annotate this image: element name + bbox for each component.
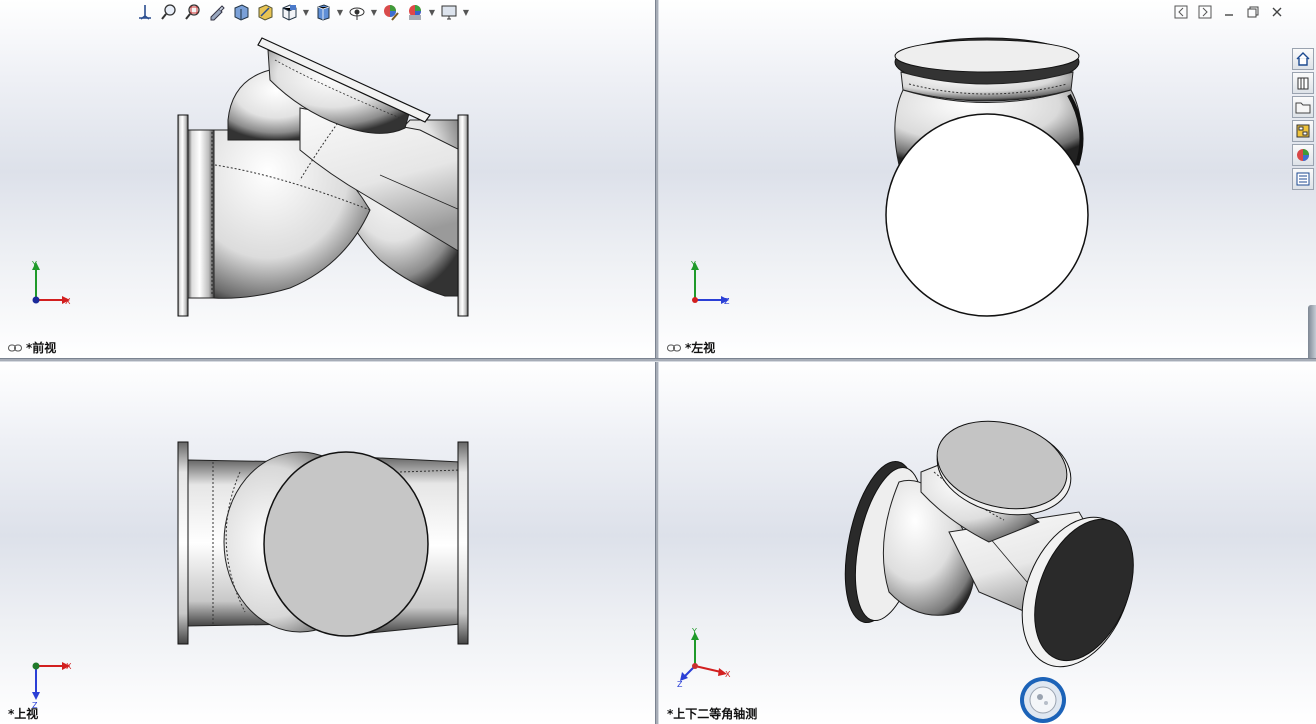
view-palette-icon[interactable]: [1292, 120, 1314, 142]
axis-label-y: Y: [31, 260, 37, 269]
pipe-model-isometric[interactable]: [659, 362, 1316, 724]
appearances-icon[interactable]: [1292, 144, 1314, 166]
view-selector-orb[interactable]: [1019, 676, 1067, 724]
viewport-label-left: *左视: [667, 339, 715, 356]
pipe-model-left[interactable]: [659, 0, 1279, 358]
axis-label-z: Z: [724, 297, 730, 306]
viewport-name: *前视: [26, 341, 57, 355]
design-library-icon[interactable]: [1292, 72, 1314, 94]
viewport-name: *上下二等角轴测: [667, 707, 758, 721]
coordinate-triad-top: Z X: [32, 662, 72, 708]
viewport-horizontal-splitter[interactable]: [0, 358, 1316, 362]
axis-label-z: Z: [677, 680, 683, 688]
viewport-top[interactable]: Z X *上视: [0, 362, 655, 724]
task-pane-tabs: [1292, 48, 1314, 190]
coordinate-triad-front: Y X: [31, 260, 71, 306]
axis-label-x: X: [66, 662, 72, 671]
viewport-vertical-splitter[interactable]: [655, 0, 659, 724]
viewport-front[interactable]: ▼ ▼ ▼ ▼ ▼ Y X *前视: [0, 0, 655, 358]
axis-label-x: X: [65, 297, 71, 306]
task-pane-resize-handle[interactable]: [1308, 305, 1316, 358]
viewport-label-isometric: *上下二等角轴测: [667, 705, 757, 722]
link-view-icon: [8, 344, 22, 351]
viewport-isometric[interactable]: Y X Z *上下二等角轴测: [659, 362, 1316, 724]
axis-label-x: X: [725, 670, 731, 679]
home-icon[interactable]: [1292, 48, 1314, 70]
pipe-model-front[interactable]: [0, 0, 655, 358]
link-view-icon: [667, 344, 681, 351]
viewport-name: *左视: [685, 341, 716, 355]
coordinate-triad-isometric: Y X Z: [677, 628, 731, 688]
viewport-left[interactable]: Y Z *左视: [659, 0, 1316, 358]
viewport-label-top: *上视: [8, 705, 38, 722]
pipe-model-top[interactable]: [0, 362, 655, 724]
axis-label-y: Y: [690, 260, 696, 269]
file-explorer-icon[interactable]: [1292, 96, 1314, 118]
viewport-name: *上视: [8, 707, 39, 721]
axis-label-y: Y: [691, 628, 697, 636]
custom-properties-icon[interactable]: [1292, 168, 1314, 190]
coordinate-triad-left: Y Z: [690, 260, 730, 306]
viewport-label-front: *前视: [8, 339, 56, 356]
